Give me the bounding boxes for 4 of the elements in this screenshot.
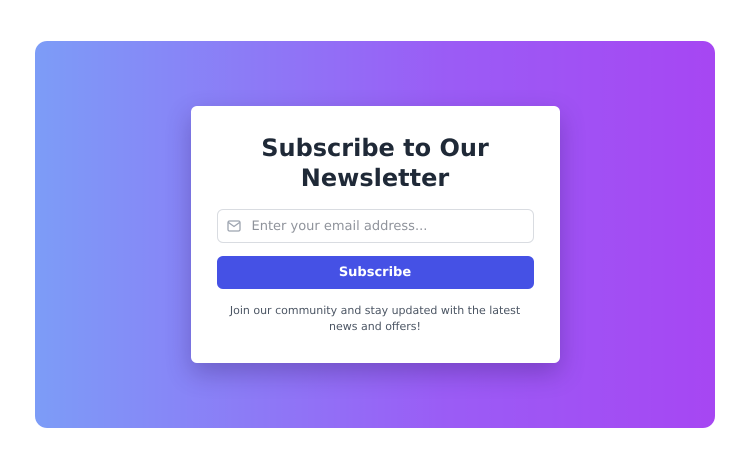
subscribe-button[interactable]: Subscribe bbox=[216, 256, 534, 289]
card-title: Subscribe to Our Newsletter bbox=[260, 133, 490, 193]
email-field[interactable]: Enter your email address... bbox=[216, 209, 534, 243]
info-text: Join our community and stay updated with the latest news and offers! bbox=[228, 303, 522, 335]
